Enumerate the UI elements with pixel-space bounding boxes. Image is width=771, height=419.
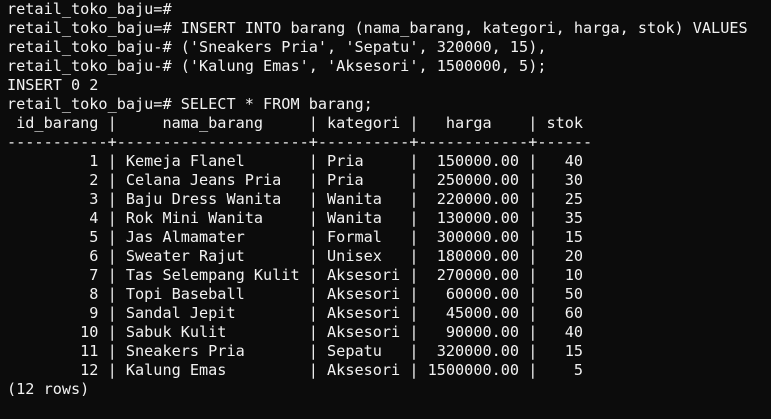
result-table-row: 2 | Celana Jeans Pria | Pria | 250000.00… — [7, 171, 584, 189]
result-table-row: 5 | Jas Almamater | Formal | 300000.00 |… — [7, 228, 584, 246]
result-table-row: 10 | Sabuk Kulit | Aksesori | 90000.00 |… — [7, 323, 584, 341]
result-table-header: id_barang | nama_barang | kategori | har… — [7, 114, 584, 132]
terminal-line-insert-values-2: retail_toko_baju-# ('Kalung Emas', 'Akse… — [7, 57, 547, 75]
terminal-line-prompt-1: retail_toko_baju=# — [7, 0, 172, 18]
terminal-line-insert-result: INSERT 0 2 — [7, 76, 99, 94]
terminal-line-insert-command: retail_toko_baju=# INSERT INTO barang (n… — [7, 19, 748, 37]
result-table-row: 7 | Tas Selempang Kulit | Aksesori | 270… — [7, 266, 584, 284]
result-table-row: 11 | Sneakers Pria | Sepatu | 320000.00 … — [7, 342, 584, 360]
result-table-row: 8 | Topi Baseball | Aksesori | 60000.00 … — [7, 285, 584, 303]
result-row-count: (12 rows) — [7, 380, 90, 398]
terminal-line-select-command: retail_toko_baju=# SELECT * FROM barang; — [7, 95, 373, 113]
result-table-row: 4 | Rok Mini Wanita | Wanita | 130000.00… — [7, 209, 584, 227]
result-table-row: 12 | Kalung Emas | Aksesori | 1500000.00… — [7, 361, 584, 379]
result-table-row: 9 | Sandal Jepit | Aksesori | 45000.00 |… — [7, 304, 584, 322]
result-table-row: 1 | Kemeja Flanel | Pria | 150000.00 | 4… — [7, 152, 584, 170]
result-table-separator: -----------+---------------------+------… — [7, 133, 593, 151]
terminal-window[interactable]: retail_toko_baju=# retail_toko_baju=# IN… — [0, 0, 771, 419]
result-table-row: 6 | Sweater Rajut | Unisex | 180000.00 |… — [7, 247, 584, 265]
terminal-line-insert-values-1: retail_toko_baju-# ('Sneakers Pria', 'Se… — [7, 38, 547, 56]
result-table-row: 3 | Baju Dress Wanita | Wanita | 220000.… — [7, 190, 584, 208]
